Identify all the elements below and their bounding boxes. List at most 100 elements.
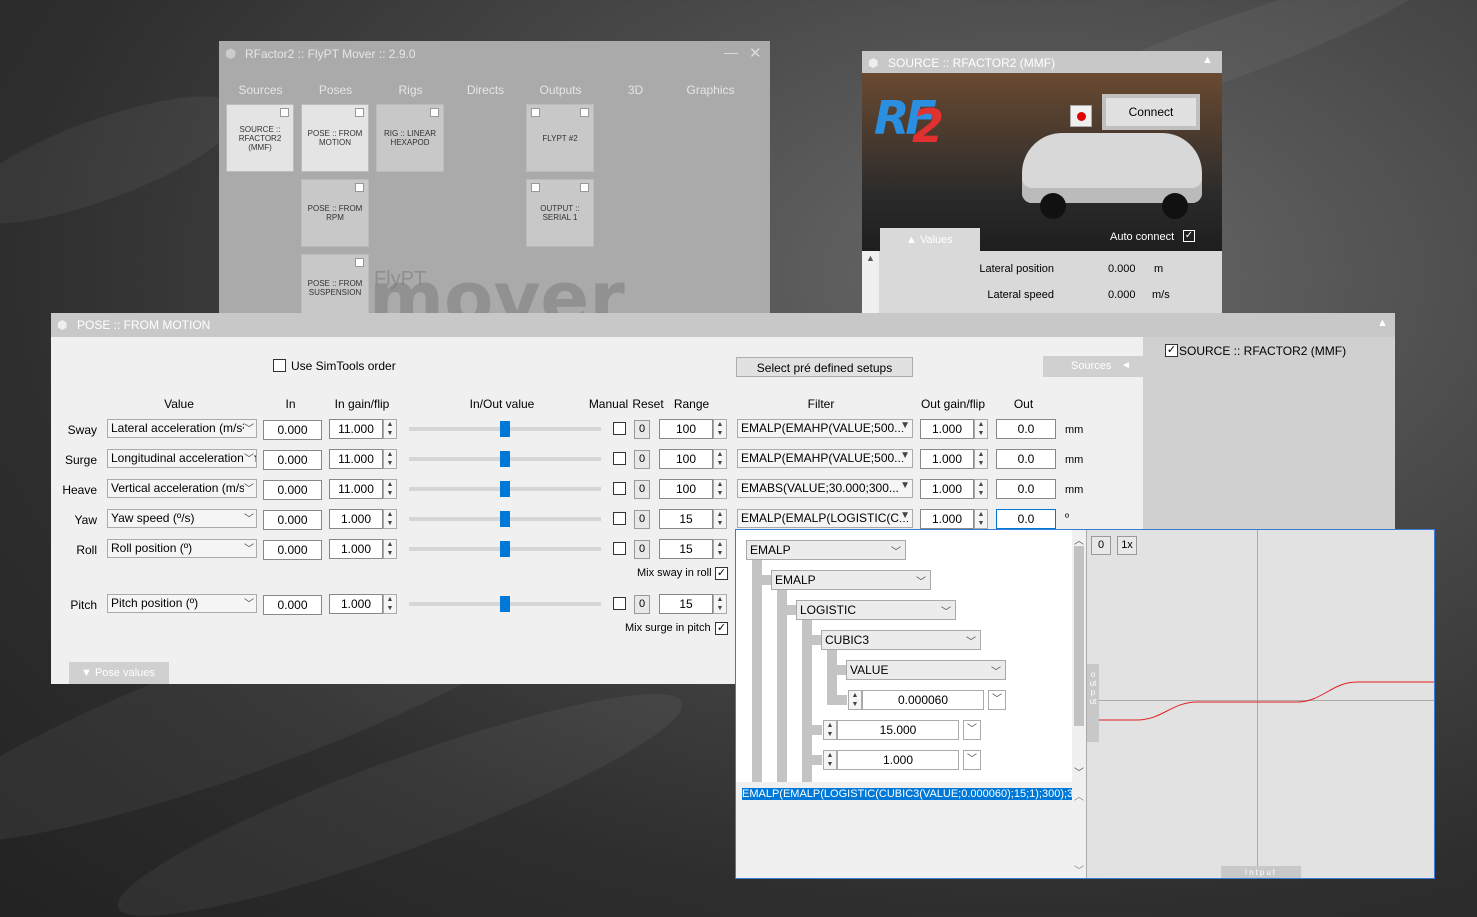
tab-rigs[interactable]: Rigs [373,83,448,97]
chevron-down-icon[interactable]: ﹀ [963,750,981,770]
in-field[interactable]: 0.000 [263,595,322,615]
reset-button[interactable]: 0 [634,450,650,469]
manual-checkbox[interactable] [613,542,626,555]
manual-checkbox[interactable] [613,482,626,495]
inout-slider-thumb[interactable] [500,541,510,557]
param-field[interactable]: 1.000 [837,750,959,770]
connect-button[interactable]: Connect [1102,94,1200,130]
in-gain-field[interactable]: 11.000 [329,479,383,499]
module-checkbox[interactable] [355,258,364,267]
pose-values-tab[interactable]: ▼ Pose values [69,662,169,684]
filter-select[interactable]: EMALP(EMALP(LOGISTIC(C... ▼ [737,509,913,528]
filter-select[interactable]: EMALP(EMAHP(VALUE;500... ▼ [737,449,913,468]
zoom-1x-button[interactable]: 1x [1117,536,1137,555]
module-source[interactable]: SOURCE :: RFACTOR2 (MMF) [226,104,294,172]
value-select[interactable]: Lateral acceleration (m/s²) ﹀ [107,419,257,438]
tab-graphics[interactable]: Graphics [673,83,748,97]
out-gain-field[interactable]: 1.000 [920,509,974,529]
manual-checkbox[interactable] [613,512,626,525]
in-gain-field[interactable]: 1.000 [329,509,383,529]
reset-button[interactable]: 0 [634,540,650,559]
out-gain-stepper[interactable]: ▲ ▼ [974,449,988,469]
inout-slider-thumb[interactable] [500,421,510,437]
select-setups-button[interactable]: Select pré defined setups [736,357,913,377]
scroll-thumb[interactable] [1074,546,1084,726]
range-stepper[interactable]: ▲ ▼ [713,449,727,469]
auto-connect-checkbox[interactable]: ✓ [1183,230,1195,242]
module-checkbox[interactable] [580,108,589,117]
module-checkbox[interactable] [531,183,540,192]
filter-select[interactable]: EMABS(VALUE;30.000;300... ▼ [737,479,913,498]
in-gain-stepper[interactable]: ▲ ▼ [383,449,397,469]
filter-node-select[interactable]: LOGISTIC ﹀ [796,600,956,620]
out-gain-stepper[interactable]: ▲ ▼ [974,419,988,439]
out-gain-field[interactable]: 1.000 [920,449,974,469]
value-select[interactable]: Roll position (º) ﹀ [107,539,257,558]
in-gain-field[interactable]: 1.000 [329,539,383,559]
out-gain-field[interactable]: 1.000 [920,479,974,499]
zoom-reset-button[interactable]: 0 [1091,536,1111,555]
range-stepper[interactable]: ▲ ▼ [713,479,727,499]
value-select[interactable]: Longitudinal acceleration (m/s²)﹀ [107,449,257,468]
reset-button[interactable]: 0 [634,510,650,529]
range-field[interactable]: 100 [659,479,713,499]
out-gain-stepper[interactable]: ▲ ▼ [974,509,988,529]
tab-outputs[interactable]: Outputs [523,83,598,97]
module-checkbox[interactable] [580,183,589,192]
in-field[interactable]: 0.000 [263,480,322,500]
param-stepper[interactable]: ▲ ▼ [848,690,862,710]
module-checkbox[interactable] [280,108,289,117]
param-stepper[interactable]: ▲ ▼ [823,720,837,740]
filter-node-select[interactable]: EMALP ﹀ [746,540,906,560]
inout-slider-thumb[interactable] [500,451,510,467]
module-pose-motion[interactable]: POSE :: FROM MOTION [301,104,369,172]
reset-button[interactable]: 0 [634,595,650,614]
module-rig[interactable]: RIG :: LINEAR HEXAPOD [376,104,444,172]
expression-text[interactable]: EMALP(EMALP(LOGISTIC(CUBIC3(VALUE;0.0000… [742,788,1090,801]
range-field[interactable]: 15 [659,539,713,559]
scroll-up-icon[interactable]: ︿ [1074,788,1084,803]
module-flypt[interactable]: FLYPT #2 [526,104,594,172]
module-checkbox[interactable] [355,108,364,117]
record-button[interactable] [1070,105,1092,127]
filter-select[interactable]: EMALP(EMAHP(VALUE;500... ▼ [737,419,913,438]
tab-sources[interactable]: Sources [223,83,298,97]
in-gain-stepper[interactable]: ▲ ▼ [383,419,397,439]
value-select[interactable]: Yaw speed (º/s) ﹀ [107,509,257,528]
tab-poses[interactable]: Poses [298,83,373,97]
filter-node-select[interactable]: EMALP ﹀ [771,570,931,590]
param-stepper[interactable]: ▲ ▼ [823,750,837,770]
in-gain-field[interactable]: 11.000 [329,449,383,469]
in-field[interactable]: 0.000 [263,540,322,560]
in-field[interactable]: 0.000 [263,420,322,440]
filter-node-select[interactable]: CUBIC3 ﹀ [821,630,981,650]
chevron-down-icon[interactable]: ﹀ [988,690,1006,710]
reset-button[interactable]: 0 [634,480,650,499]
module-output-serial[interactable]: OUTPUT :: SERIAL 1 [526,179,594,247]
filter-node-select[interactable]: VALUE ﹀ [846,660,1006,680]
in-gain-field[interactable]: 11.000 [329,419,383,439]
inout-slider-thumb[interactable] [500,596,510,612]
reset-button[interactable]: 0 [634,420,650,439]
minimize-icon[interactable]: — [724,44,738,60]
value-select[interactable]: Pitch position (º) ﹀ [107,594,257,613]
use-simtools-checkbox[interactable] [273,359,286,372]
param-field[interactable]: 15.000 [837,720,959,740]
module-checkbox[interactable] [355,183,364,192]
manual-checkbox[interactable] [613,422,626,435]
in-field[interactable]: 0.000 [263,450,322,470]
scroll-down-icon[interactable]: ﹀ [1074,862,1084,877]
scroll-down-icon[interactable]: ﹀ [1074,764,1084,779]
module-pose-suspension[interactable]: POSE :: FROM SUSPENSION [301,254,369,316]
in-gain-stepper[interactable]: ▲ ▼ [383,539,397,559]
manual-checkbox[interactable] [613,452,626,465]
module-pose-rpm[interactable]: POSE :: FROM RPM [301,179,369,247]
out-gain-stepper[interactable]: ▲ ▼ [974,479,988,499]
in-gain-field[interactable]: 1.000 [329,594,383,614]
sources-tab[interactable]: Sources ◄ [1043,356,1143,377]
manual-checkbox[interactable] [613,597,626,610]
scroll-up-icon[interactable]: ▲ [866,253,875,263]
range-stepper[interactable]: ▲ ▼ [713,509,727,529]
range-field[interactable]: 100 [659,419,713,439]
scrollbar[interactable]: ▲ [862,251,879,313]
